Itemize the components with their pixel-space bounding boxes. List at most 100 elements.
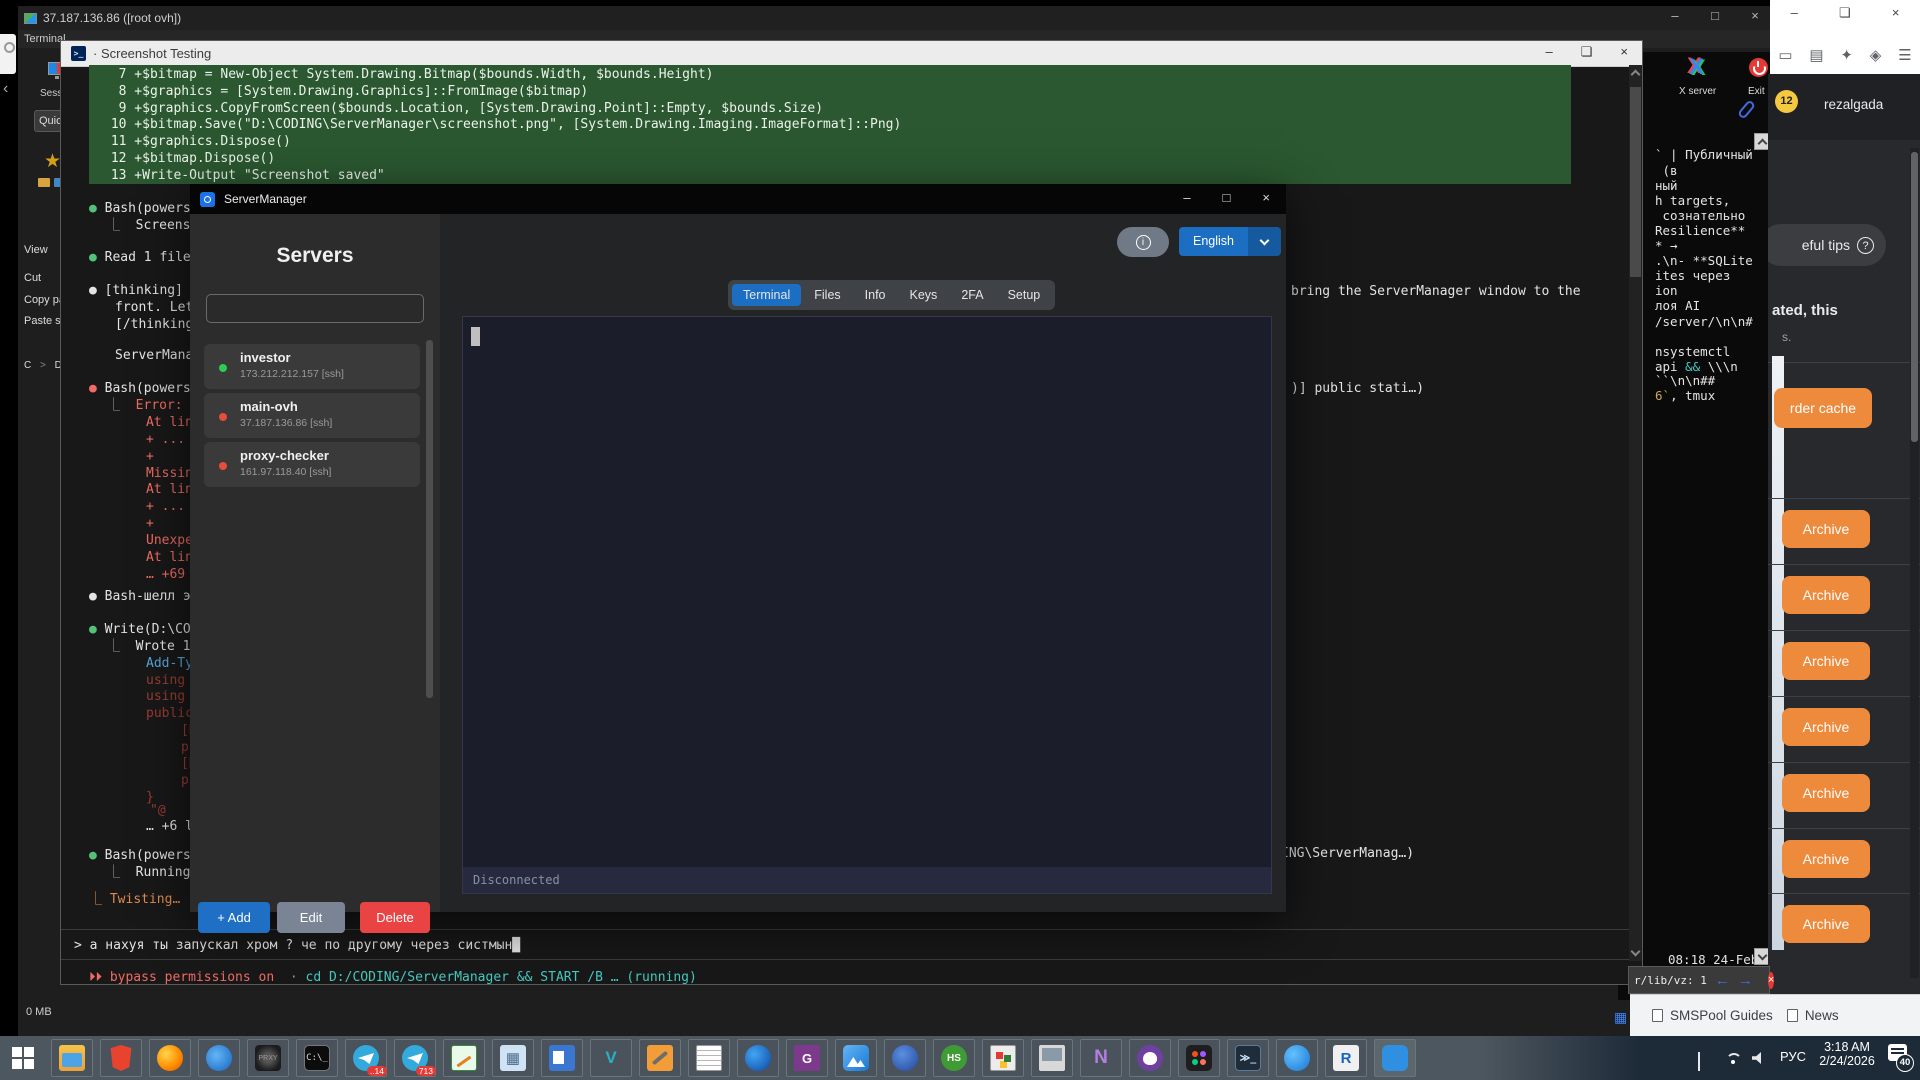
tab-setup[interactable]: Setup (997, 284, 1052, 306)
bluecircle-icon[interactable] (1276, 1039, 1318, 1077)
find-text[interactable]: r/lib/vz: 1 (1634, 974, 1707, 987)
server-search-input[interactable] (206, 294, 424, 323)
back-chevron-icon[interactable]: ‹ (3, 80, 8, 98)
winapp-icon[interactable] (541, 1039, 583, 1077)
mobaxterm-titlebar[interactable]: 37.187.136.86 ([root ovh]) – □ × (18, 6, 1770, 30)
delete-server-button[interactable]: Delete (360, 902, 430, 933)
start-button[interactable] (2, 1039, 44, 1077)
tab-info[interactable]: Info (854, 284, 897, 306)
minimize-icon[interactable]: – (1668, 8, 1682, 23)
favorites-star-icon[interactable]: ★ (44, 150, 61, 173)
pcmon-icon[interactable] (1031, 1039, 1073, 1077)
restore-icon[interactable]: ❏ (1839, 5, 1851, 21)
ssh-terminal-panel[interactable]: Disconnected (462, 316, 1272, 894)
active-icon[interactable] (1374, 1039, 1416, 1077)
bookmark-item[interactable]: SMSPool Guides (1652, 1008, 1773, 1023)
minimize-icon[interactable]: – (1183, 190, 1190, 205)
close-icon[interactable]: × (1748, 8, 1762, 23)
tab-icon[interactable]: ▭ (1778, 46, 1792, 64)
close-icon[interactable]: × (1892, 5, 1900, 21)
scrollbar-thumb[interactable] (426, 340, 433, 698)
browser-scrollbar[interactable] (1910, 148, 1919, 978)
dropdown-arrow[interactable] (1248, 227, 1281, 256)
scroll-up-icon[interactable] (1631, 70, 1641, 80)
screenshot-testing-titlebar[interactable]: >_ · Screenshot Testing (61, 41, 1642, 67)
wifi-icon[interactable] (1724, 1051, 1742, 1065)
maximize-icon[interactable]: □ (1223, 190, 1231, 205)
browser-titlebar[interactable]: – ❏ × (1770, 0, 1920, 36)
scrollbar-thumb[interactable] (1630, 87, 1641, 277)
restore-icon[interactable]: ❏ (1581, 44, 1593, 60)
tab-2fa[interactable]: 2FA (950, 284, 994, 306)
close-find-icon[interactable]: × (1768, 972, 1774, 989)
archive-button[interactable]: Archive (1782, 708, 1870, 746)
proxy-icon[interactable]: PRXY (247, 1039, 289, 1077)
folder-icon[interactable] (51, 1039, 93, 1077)
tools-icon[interactable] (639, 1039, 681, 1077)
maximize-icon[interactable]: □ (1708, 8, 1722, 23)
tg2-icon[interactable]: 713 (394, 1039, 436, 1077)
wallet-icon[interactable]: ▤ (1809, 46, 1823, 64)
order-cache-button[interactable]: rder cache (1774, 388, 1872, 428)
archive-button[interactable]: Archive (1782, 840, 1870, 878)
scrollbar-thumb[interactable] (1911, 152, 1918, 442)
notification-center-icon[interactable]: 40 (1888, 1044, 1907, 1061)
octo-icon[interactable] (884, 1039, 926, 1077)
add-server-button[interactable]: + Add (198, 902, 270, 933)
folder-icon[interactable] (38, 178, 50, 187)
snip-icon[interactable] (982, 1039, 1024, 1077)
editor-icon[interactable] (443, 1039, 485, 1077)
firefox-icon[interactable] (149, 1039, 191, 1077)
figma-icon[interactable] (1178, 1039, 1220, 1077)
calc-icon[interactable]: ▦ (492, 1039, 534, 1077)
minimize-icon[interactable]: – (1546, 44, 1553, 60)
notepad-icon[interactable] (688, 1039, 730, 1077)
minimize-icon[interactable]: – (1791, 5, 1798, 21)
context-menu-item[interactable]: View (24, 244, 48, 256)
edit-server-button[interactable]: Edit (277, 902, 345, 933)
tg1-icon[interactable]: ..14 (345, 1039, 387, 1077)
context-menu-item[interactable]: Cut (24, 272, 41, 284)
thunderbird-icon[interactable] (198, 1039, 240, 1077)
server-card[interactable]: proxy-checker161.97.118.40 [ssh] (204, 442, 420, 487)
language-dropdown[interactable]: English (1179, 227, 1281, 256)
scroll-down-icon[interactable] (1631, 947, 1641, 957)
sidebar-scrollbar[interactable] (426, 340, 433, 854)
close-icon[interactable]: × (1620, 44, 1628, 60)
brave-icon[interactable] (100, 1039, 142, 1077)
scrollbar[interactable] (1629, 65, 1642, 961)
breadcrumb-drive[interactable]: C (24, 360, 31, 371)
cmd-icon[interactable]: C:\_ (296, 1039, 338, 1077)
server-card[interactable]: main-ovh37.187.136.86 [ssh] (204, 393, 420, 438)
server-card[interactable]: investor173.212.212.157 [ssh] (204, 344, 420, 389)
photos-icon[interactable] (835, 1039, 877, 1077)
archive-button[interactable]: Archive (1782, 642, 1870, 680)
rewards-sparkle-icon[interactable]: ✦ (1840, 46, 1853, 64)
pwsh-icon[interactable]: ≫_ (1227, 1039, 1269, 1077)
layout-grid-icon[interactable]: ▦ (1614, 1009, 1627, 1026)
notification-count-badge[interactable]: 12 (1775, 90, 1798, 113)
language-label[interactable]: English (1179, 227, 1248, 256)
shield-icon[interactable]: ◈ (1870, 46, 1882, 64)
exit-power-icon[interactable] (1749, 58, 1768, 77)
vbox-icon[interactable]: V (590, 1039, 632, 1077)
close-icon[interactable]: × (1262, 190, 1270, 205)
pin-tile-icon[interactable] (0, 34, 16, 74)
server-manager-titlebar[interactable]: ServerManager (190, 184, 1286, 214)
archive-button[interactable]: Archive (1782, 774, 1870, 812)
keyboard-language[interactable]: РУС (1780, 1049, 1806, 1064)
find-prev-icon[interactable]: ← (1715, 972, 1730, 989)
hs-icon[interactable]: HS (933, 1039, 975, 1077)
useful-tips-button[interactable]: eful tips ? (1768, 224, 1886, 266)
tab-files[interactable]: Files (803, 284, 851, 306)
clock[interactable]: 3:18 AM 2/24/2026 (1814, 1040, 1880, 1068)
gdoc-icon[interactable]: G (786, 1039, 828, 1077)
menu-hamburger-icon[interactable]: ☰ (1898, 46, 1911, 64)
archive-button[interactable]: Archive (1782, 576, 1870, 614)
tab-terminal[interactable]: Terminal (732, 284, 801, 306)
tray-expand-chevron-icon[interactable] (1698, 1054, 1700, 1072)
github-icon[interactable] (1129, 1039, 1171, 1077)
x-server-icon[interactable]: X (1689, 54, 1704, 80)
find-next-icon[interactable]: → (1738, 972, 1753, 989)
archive-button[interactable]: Archive (1782, 905, 1870, 943)
